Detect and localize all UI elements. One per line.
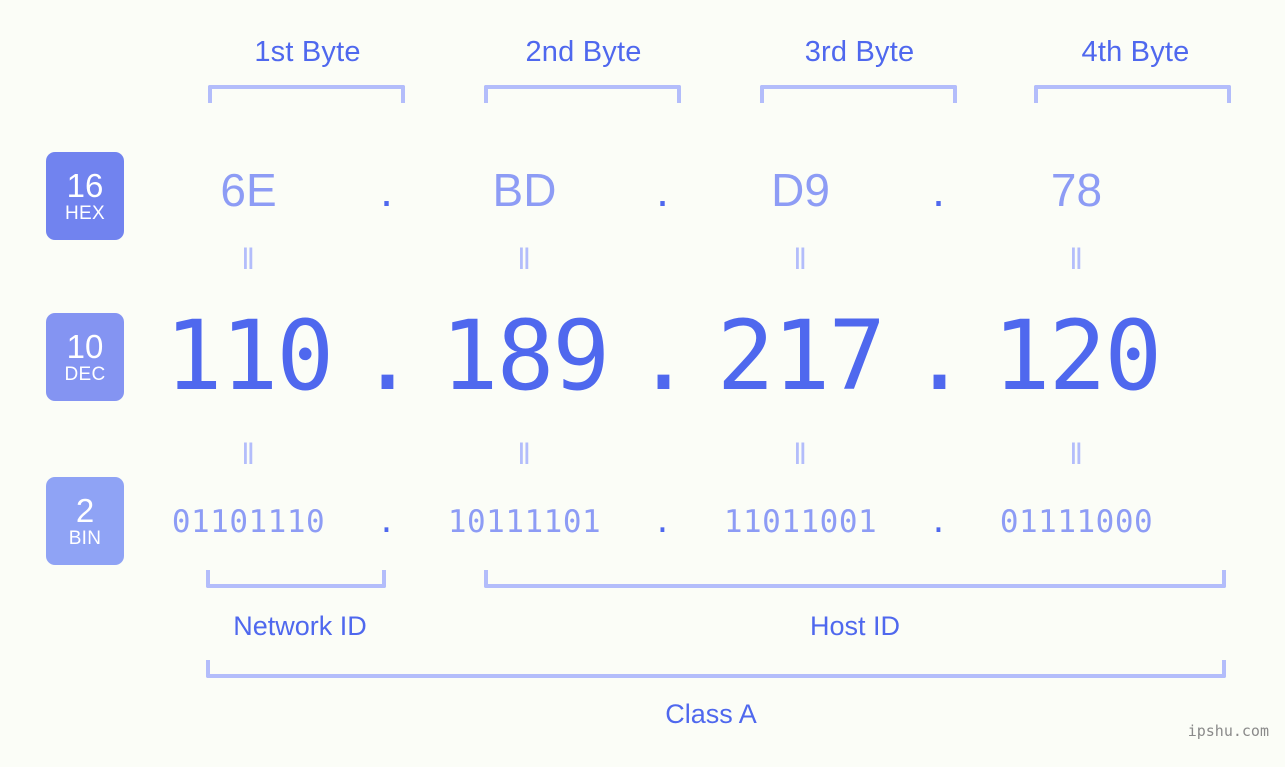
hex-separator-1: . <box>380 164 393 216</box>
equality-marks-dec-bin: ‖ ‖ ‖ ‖ <box>150 440 1240 470</box>
equality-mark: ‖ <box>792 243 809 276</box>
base-badge-bin-number: 2 <box>75 491 95 529</box>
byte-bracket-4 <box>1034 85 1231 103</box>
bin-separator-2: . <box>653 504 672 540</box>
dec-byte-3: 217 <box>716 300 886 412</box>
site-watermark: ipshu.com <box>1187 722 1269 740</box>
equality-mark: ‖ <box>792 438 809 471</box>
hex-byte-3: D9 <box>771 164 830 216</box>
dec-byte-4: 120 <box>992 300 1162 412</box>
byte-header-label-3: 3rd Byte <box>804 36 915 68</box>
hex-byte-4: 78 <box>1050 164 1103 216</box>
bin-byte-2: 10111101 <box>447 504 602 540</box>
hex-separator-2: . <box>656 164 669 216</box>
byte-header-label-2: 2nd Byte <box>525 36 642 68</box>
base-badge-bin-abbr: BIN <box>68 527 102 549</box>
byte-header-label-4: 4th Byte <box>1081 36 1190 68</box>
hex-value-row: 6E . BD . D9 . 78 <box>150 150 1240 230</box>
host-id-bracket <box>484 570 1226 588</box>
byte-header-label-1: 1st Byte <box>254 36 361 68</box>
equality-mark: ‖ <box>240 438 257 471</box>
base-badge-hex-number: 16 <box>66 166 104 204</box>
ip-address-breakdown-diagram: 1st Byte 2nd Byte 3rd Byte 4th Byte 16 H… <box>0 0 1285 767</box>
bin-byte-4: 01111000 <box>999 504 1154 540</box>
byte-bracket-3 <box>760 85 957 103</box>
base-badge-hex: 16 HEX <box>46 152 124 240</box>
bin-byte-3: 11011001 <box>723 504 878 540</box>
dec-separator-3: . <box>910 300 969 412</box>
equality-mark: ‖ <box>516 438 533 471</box>
hex-byte-2: BD <box>492 164 557 216</box>
equality-mark: ‖ <box>1068 243 1085 276</box>
class-bracket <box>206 660 1226 678</box>
hex-byte-1: 6E <box>220 164 277 216</box>
bin-separator-3: . <box>929 504 948 540</box>
base-badge-hex-abbr: HEX <box>65 202 105 224</box>
dec-separator-2: . <box>634 300 693 412</box>
equality-mark: ‖ <box>1068 438 1085 471</box>
equality-mark: ‖ <box>516 243 533 276</box>
network-id-label: Network ID <box>233 611 367 641</box>
decimal-value-row: 110 . 189 . 217 . 120 <box>150 296 1240 416</box>
base-badge-bin: 2 BIN <box>46 477 124 565</box>
equality-marks-hex-dec: ‖ ‖ ‖ ‖ <box>150 245 1240 275</box>
class-label: Class A <box>665 699 757 729</box>
bin-byte-1: 01101110 <box>171 504 326 540</box>
byte-bracket-1 <box>208 85 405 103</box>
base-badge-dec-number: 10 <box>66 327 104 365</box>
bin-separator-1: . <box>377 504 396 540</box>
base-badge-dec: 10 DEC <box>46 313 124 401</box>
network-id-bracket <box>206 570 386 588</box>
base-badge-dec-abbr: DEC <box>64 363 106 385</box>
byte-bracket-2 <box>484 85 681 103</box>
dec-byte-1: 110 <box>164 300 334 412</box>
host-id-label: Host ID <box>809 611 901 641</box>
binary-value-row: 01101110 . 10111101 . 11011001 . 0111100… <box>150 496 1240 548</box>
dec-separator-1: . <box>358 300 417 412</box>
equality-mark: ‖ <box>240 243 257 276</box>
dec-byte-2: 189 <box>440 300 610 412</box>
hex-separator-3: . <box>932 164 945 216</box>
